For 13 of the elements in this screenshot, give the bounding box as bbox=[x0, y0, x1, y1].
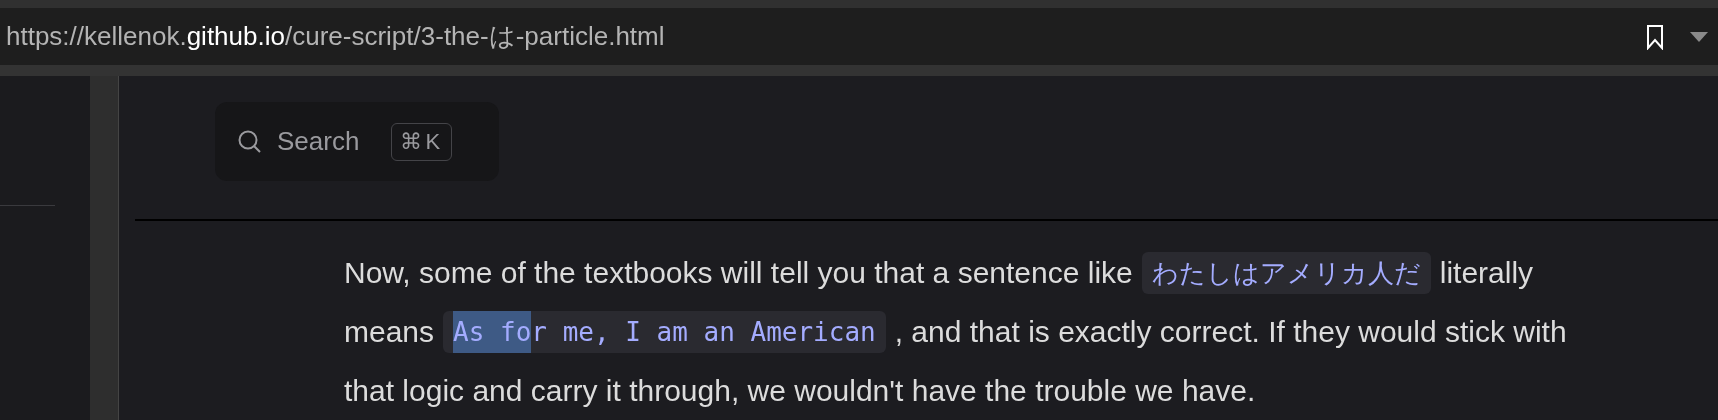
shortcut-key: ⌘K bbox=[391, 122, 453, 161]
bookmark-icon[interactable] bbox=[1646, 23, 1664, 50]
paragraph-text: means bbox=[344, 314, 435, 349]
paragraph-text: that logic and carry it through, we wouldn't have the trouble we have. bbox=[344, 373, 1256, 408]
search-button[interactable]: Search ⌘K bbox=[215, 102, 499, 181]
dropdown-caret-icon[interactable] bbox=[1690, 31, 1708, 42]
inline-code: As for me, I am an American bbox=[443, 310, 886, 353]
paragraph-text: Now, some of the textbooks will tell you that a sentence like bbox=[344, 255, 1133, 290]
paragraph-text: literally bbox=[1439, 255, 1534, 290]
search-icon bbox=[237, 128, 263, 155]
inline-code: わたしはアメリカ人だ bbox=[1141, 251, 1431, 294]
paragraph-text: , and that is exactly correct. If they would stick with bbox=[894, 314, 1567, 349]
url-text[interactable]: https://kellenok.github.io/cure-script/3-the-は-particle.html bbox=[6, 19, 1620, 54]
